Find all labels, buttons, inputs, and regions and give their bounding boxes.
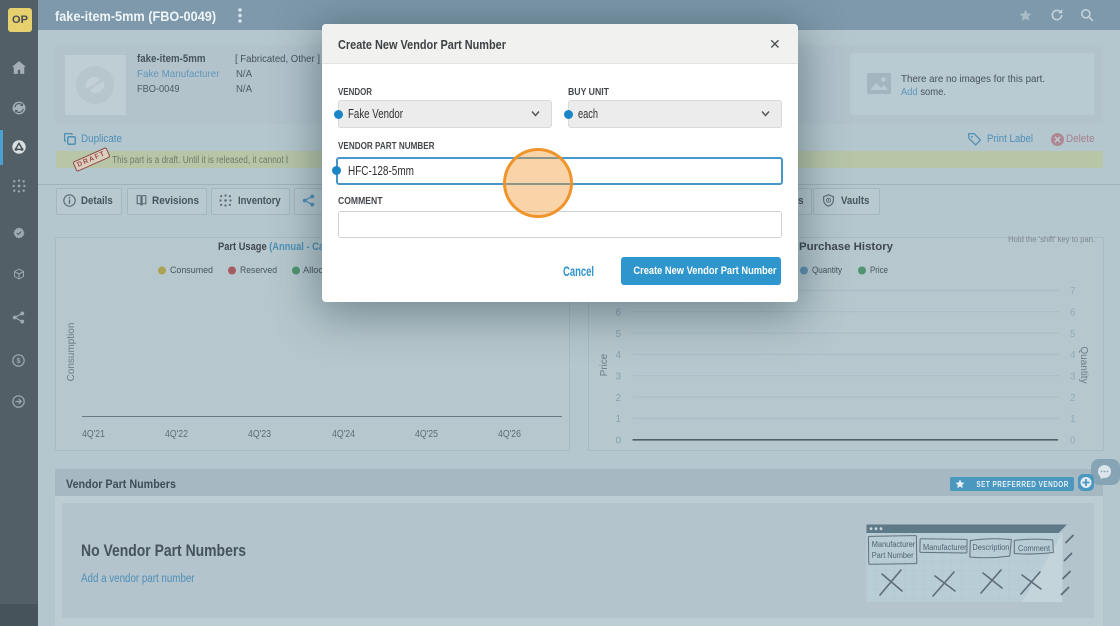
svg-text:Manufacturer: Manufacturer bbox=[923, 543, 967, 552]
svg-text:Part Number: Part Number bbox=[872, 551, 914, 560]
svg-text:Description: Description bbox=[972, 543, 1009, 552]
svg-text:3: 3 bbox=[615, 372, 621, 383]
svg-text:3: 3 bbox=[1070, 372, 1076, 383]
svg-text:2: 2 bbox=[1070, 393, 1076, 404]
svg-text:5: 5 bbox=[615, 329, 621, 340]
svg-text:0: 0 bbox=[615, 436, 621, 447]
svg-text:$: $ bbox=[16, 356, 20, 365]
svg-text:6: 6 bbox=[1070, 308, 1076, 319]
svg-text:1: 1 bbox=[1070, 414, 1076, 425]
svg-text:6: 6 bbox=[615, 308, 621, 319]
svg-text:Manufacturer: Manufacturer bbox=[872, 540, 916, 549]
svg-text:0: 0 bbox=[1070, 436, 1076, 447]
svg-text:4: 4 bbox=[1070, 350, 1076, 361]
svg-text:7: 7 bbox=[1070, 286, 1076, 297]
svg-text:2: 2 bbox=[615, 393, 621, 404]
svg-text:5: 5 bbox=[1070, 329, 1076, 340]
svg-text:Comment: Comment bbox=[1018, 544, 1051, 553]
svg-text:4: 4 bbox=[615, 350, 621, 361]
svg-text:1: 1 bbox=[615, 414, 621, 425]
